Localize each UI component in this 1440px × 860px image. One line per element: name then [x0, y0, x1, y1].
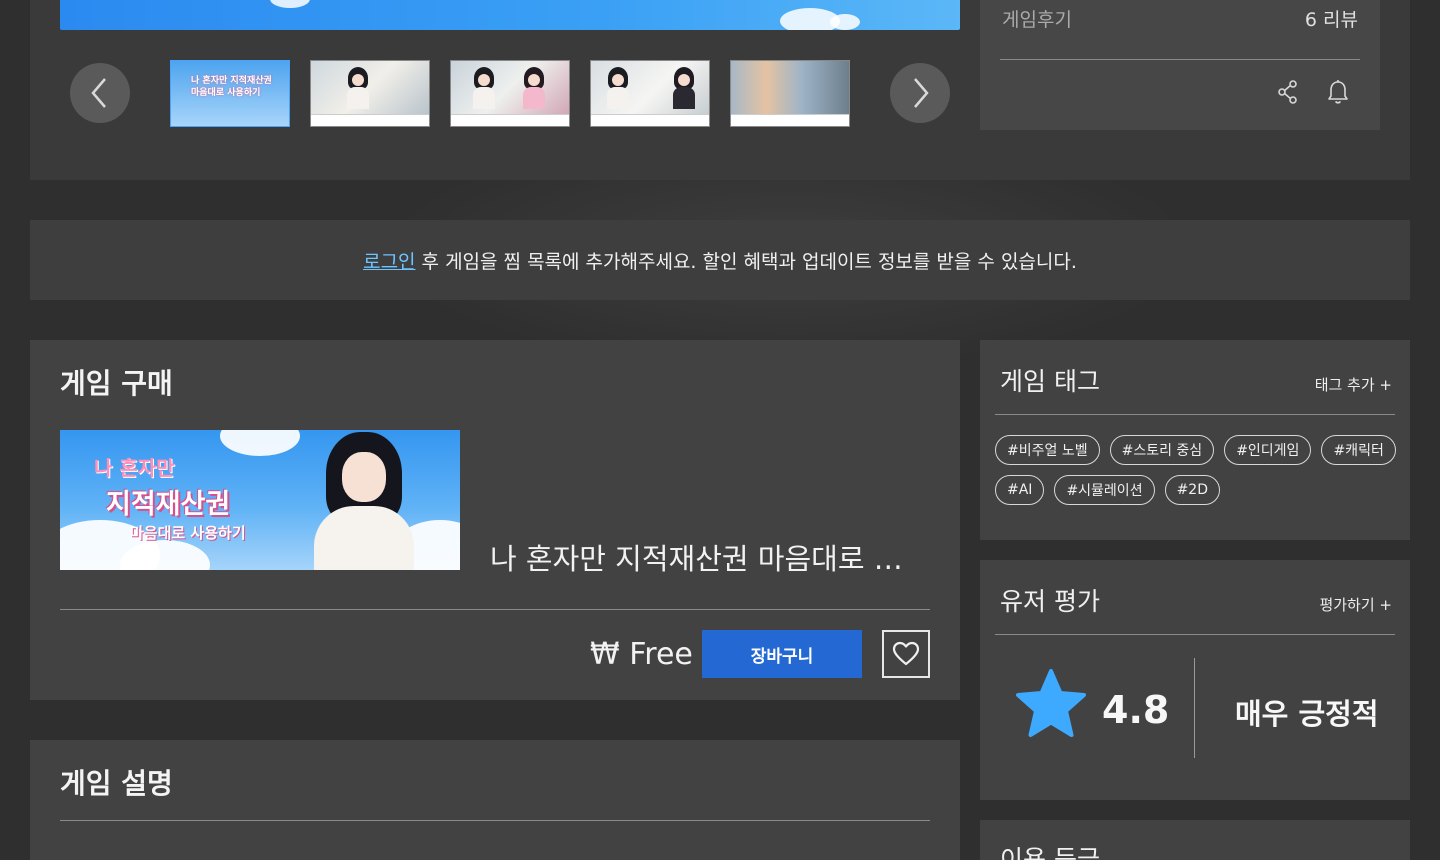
tag-chip[interactable]: #시뮬레이션	[1054, 475, 1155, 505]
tag-chip[interactable]: #스토리 중심	[1109, 435, 1215, 465]
tag-list: #비주얼 노벨 #스토리 중심 #인디게임 #캐릭터 #AI #시뮬레이션 #2…	[995, 435, 1405, 505]
heart-icon	[892, 641, 920, 666]
divider	[1194, 658, 1195, 758]
tag-chip[interactable]: #비주얼 노벨	[995, 435, 1100, 465]
game-name: 나 혼자만 지적재산권 마음대로 사용하기	[490, 542, 910, 576]
review-label: 게임후기	[1002, 9, 1072, 31]
divider	[60, 609, 930, 610]
divider	[995, 634, 1395, 635]
gallery-thumbnail[interactable]: 나 혼자만 지적재산권 마음대로 사용하기	[170, 60, 290, 127]
purchase-title: 게임 구매	[60, 367, 173, 400]
user-rating-panel: 유저 평가 평가하기 + 4.8 매우 긍정적	[980, 560, 1410, 800]
tags-panel: 게임 태그 태그 추가 + #비주얼 노벨 #스토리 중심 #인디게임 #캐릭터…	[980, 340, 1410, 540]
tag-chip[interactable]: #2D	[1164, 475, 1220, 505]
purchase-panel: 게임 구매 나 혼자만 지적재산권 마음대로 사용하기 나 혼자만 지적재산권 …	[30, 340, 960, 700]
banner-line-1: 나 혼자만	[94, 456, 175, 480]
gallery-next-button[interactable]	[890, 63, 950, 123]
login-link[interactable]: 로그인	[363, 247, 415, 274]
share-button[interactable]	[1271, 75, 1305, 109]
tag-chip[interactable]: #인디게임	[1224, 435, 1312, 465]
rate-button[interactable]: 평가하기 +	[1319, 594, 1392, 615]
description-panel: 게임 설명	[30, 740, 960, 860]
character-illustration	[310, 430, 430, 570]
add-to-cart-button[interactable]: 장바구니	[702, 630, 862, 678]
gallery-thumbnail[interactable]	[450, 60, 570, 127]
star-icon	[1016, 669, 1086, 737]
game-banner-image: 나 혼자만 지적재산권 마음대로 사용하기	[60, 430, 460, 570]
description-title: 게임 설명	[60, 767, 173, 800]
age-rating-panel: 이용 등급	[980, 820, 1410, 860]
gallery-thumbnail[interactable]	[310, 60, 430, 127]
login-notice-text: 후 게임을 찜 목록에 추가해주세요. 할인 혜택과 업데이트 정보를 받을 수…	[421, 250, 1077, 273]
main-screenshot	[60, 0, 960, 30]
login-notice-banner: 로그인 후 게임을 찜 목록에 추가해주세요. 할인 혜택과 업데이트 정보를 …	[30, 220, 1410, 300]
gallery-thumbnail[interactable]	[730, 60, 850, 127]
rating-verdict: 매우 긍정적	[1235, 697, 1379, 731]
wishlist-button[interactable]	[882, 630, 930, 678]
divider	[995, 414, 1395, 415]
gallery-prev-button[interactable]	[70, 63, 130, 123]
share-icon	[1278, 80, 1297, 104]
tag-chip[interactable]: #AI	[995, 475, 1045, 505]
review-count: 6 리뷰	[1304, 9, 1358, 31]
banner-line-2: 지적재산권	[106, 489, 231, 520]
gallery-thumbnail[interactable]	[590, 60, 710, 127]
notify-button[interactable]	[1321, 75, 1355, 109]
divider	[60, 820, 930, 821]
tag-chip[interactable]: #캐릭터	[1321, 435, 1396, 465]
rating-score: 4.8	[1102, 688, 1170, 732]
age-rating-title: 이용 등급	[1000, 845, 1100, 860]
rating-title: 유저 평가	[1000, 587, 1100, 616]
add-tag-button[interactable]: 태그 추가 +	[1315, 374, 1392, 395]
tags-title: 게임 태그	[1000, 367, 1100, 396]
banner-line-3: 마음대로 사용하기	[130, 524, 246, 542]
bell-icon	[1328, 80, 1348, 104]
divider	[1000, 59, 1360, 60]
game-info-panel: 게임후기 6 리뷰	[980, 0, 1380, 130]
thumbnail-caption: 나 혼자만 지적재산권 마음대로 사용하기	[191, 76, 272, 98]
chevron-right-icon	[914, 78, 929, 108]
price-label: ₩ Free	[590, 637, 693, 672]
chevron-left-icon	[91, 78, 106, 108]
review-row[interactable]: 게임후기 6 리뷰	[1002, 5, 1358, 32]
